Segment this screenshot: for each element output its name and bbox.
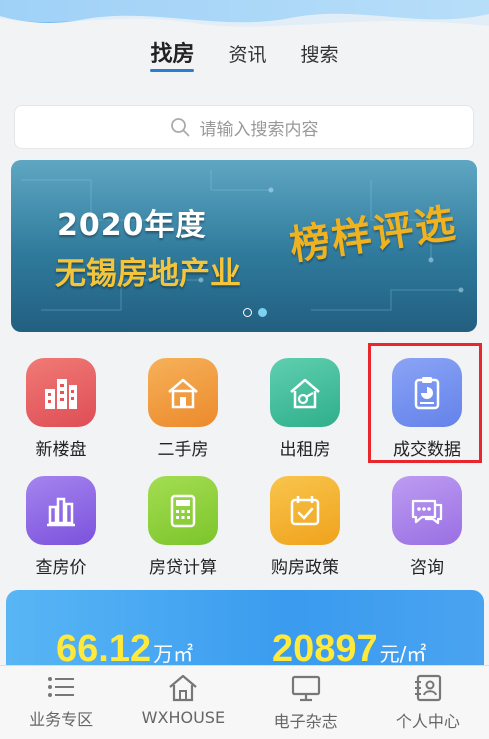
highlight-box <box>368 343 482 463</box>
tabbar-label: 业务专区 <box>29 710 94 729</box>
banner-subtitle: 无锡房地产业 <box>55 256 241 292</box>
building-icon <box>26 358 96 427</box>
contact-card-icon <box>414 674 441 702</box>
grid-item-purchase-policy[interactable]: 购房政策 <box>244 468 366 578</box>
tabbar-label: 电子杂志 <box>273 712 338 731</box>
search-input[interactable]: 请输入搜索内容 <box>14 105 474 149</box>
grid-item-house-prices[interactable]: 查房价 <box>0 468 122 578</box>
stat-price-unit: 元/㎡ <box>379 642 427 666</box>
search-placeholder: 请输入搜索内容 <box>199 119 319 140</box>
grid-item-rentals[interactable]: 出租房 <box>244 350 366 460</box>
banner-pager[interactable] <box>243 308 267 317</box>
top-tabs: 找房 资讯 搜索 <box>0 40 489 80</box>
header-wave <box>0 0 489 27</box>
grid-item-label: 二手房 <box>157 440 209 460</box>
search-icon <box>170 118 189 137</box>
grid-item-second-hand[interactable]: 二手房 <box>122 350 244 460</box>
tabbar-item-business[interactable]: 业务专区 <box>0 666 122 739</box>
tabbar-item-magazine[interactable]: 电子杂志 <box>245 666 367 739</box>
home-icon <box>169 674 198 702</box>
pager-dot[interactable] <box>243 308 252 317</box>
tab-search[interactable]: 搜索 <box>301 40 339 76</box>
calculator-icon <box>148 476 218 545</box>
grid-item-label: 出租房 <box>279 440 331 460</box>
tabbar-label: 个人中心 <box>395 712 460 731</box>
grid-item-mortgage-calculator[interactable]: 房贷计算 <box>122 468 244 578</box>
grid-item-label: 咨询 <box>410 558 444 578</box>
bottom-tab-bar: 业务专区 WXHOUSE 电子杂志 个人中心 <box>0 665 489 739</box>
grid-item-label: 房贷计算 <box>149 558 217 578</box>
tabbar-item-home[interactable]: WXHOUSE <box>122 666 244 739</box>
grid-item-new-homes[interactable]: 新楼盘 <box>0 350 122 460</box>
banner-year-title: 2020年度 <box>57 208 207 243</box>
grid-item-label: 查房价 <box>35 558 87 578</box>
calendar-check-icon <box>270 476 340 545</box>
grid-item-consult[interactable]: 咨询 <box>366 468 488 578</box>
promo-banner[interactable]: 2020年度 无锡房地产业 榜样评选 <box>11 160 477 332</box>
grid-item-label: 购房政策 <box>271 558 339 578</box>
stat-area-unit: 万㎡ <box>153 642 194 666</box>
monitor-icon <box>291 675 320 702</box>
app-screen: 找房 资讯 搜索 请输入搜索内容 2020年度 无锡房地产业 榜样评选 新楼盘 … <box>0 0 489 739</box>
grid-item-label: 新楼盘 <box>35 440 87 460</box>
tabbar-label: WXHOUSE <box>141 708 226 727</box>
pager-dot-active[interactable] <box>258 308 267 317</box>
bar-chart-icon <box>26 476 96 545</box>
tab-find-house[interactable]: 找房 <box>150 40 195 76</box>
chat-icon <box>392 476 462 545</box>
house-icon <box>148 358 218 427</box>
house-key-icon <box>270 358 340 427</box>
tab-news[interactable]: 资讯 <box>228 40 266 76</box>
list-icon <box>48 677 75 697</box>
tabbar-item-profile[interactable]: 个人中心 <box>367 666 489 739</box>
